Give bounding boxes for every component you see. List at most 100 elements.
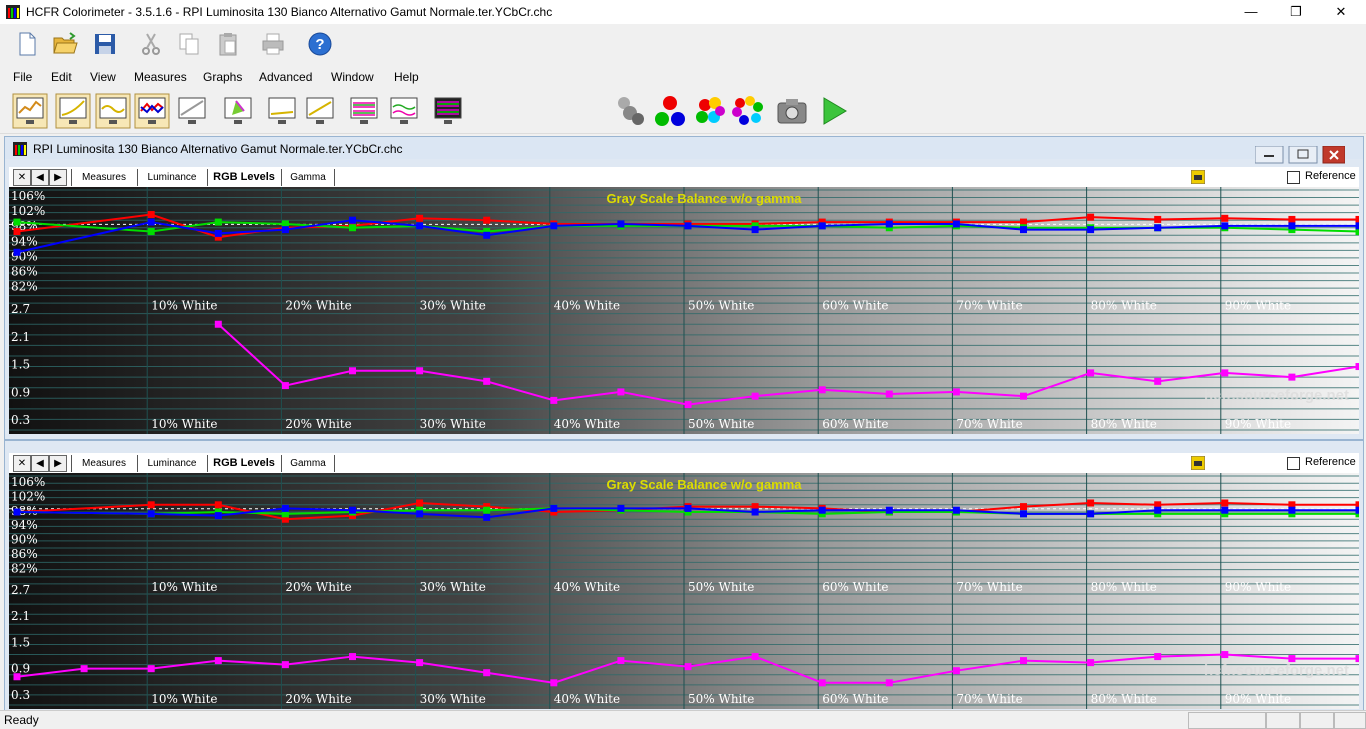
- monitor-saturation-rgb-icon[interactable]: [346, 93, 382, 129]
- close-button[interactable]: ✕: [1318, 0, 1364, 24]
- gamma-series-point: [885, 679, 893, 687]
- menu-window[interactable]: Window: [331, 70, 374, 84]
- red-series-point: [1020, 503, 1027, 511]
- y-tick-label: 106%: [11, 475, 45, 489]
- x-tick-label: 20% White: [285, 692, 351, 706]
- monitor-saturation-luma-icon[interactable]: [386, 93, 422, 129]
- gamma-series-point: [281, 382, 289, 390]
- blue-series-point: [13, 508, 21, 516]
- y-tick-label: 0.9: [11, 385, 30, 399]
- x-tick-label: 20% White: [285, 580, 351, 594]
- x-tick-label: 60% White: [822, 580, 888, 594]
- monitor-luminance-icon[interactable]: [55, 93, 91, 129]
- tab-gamma[interactable]: Gamma: [281, 169, 335, 186]
- document-title: RPI Luminosita 130 Bianco Alternativo Ga…: [33, 142, 403, 156]
- help-icon[interactable]: ?: [305, 29, 335, 59]
- gamma-series-point: [1020, 392, 1027, 400]
- copy-icon[interactable]: [174, 29, 204, 59]
- reference-checkbox[interactable]: [1287, 457, 1300, 470]
- menu-measures[interactable]: Measures: [134, 70, 187, 84]
- minimize-button[interactable]: —: [1228, 0, 1274, 24]
- new-file-icon[interactable]: [12, 29, 42, 59]
- reference-label: Reference: [1305, 170, 1356, 182]
- gamma-series-point: [1288, 373, 1296, 381]
- menu-file[interactable]: File: [13, 70, 32, 84]
- cut-icon[interactable]: [136, 29, 166, 59]
- blue-series-point: [416, 510, 424, 518]
- print-icon[interactable]: [258, 29, 288, 59]
- close-tab-button[interactable]: ✕: [13, 455, 31, 472]
- gamma-series-point: [1355, 363, 1359, 371]
- y-tick-label: 102%: [11, 204, 45, 218]
- y-tick-label: 94%: [11, 518, 38, 532]
- graph-settings-icon[interactable]: [1191, 170, 1205, 184]
- play-icon[interactable]: [816, 93, 852, 129]
- monitor-all-graphs-icon[interactable]: [430, 93, 466, 129]
- save-icon[interactable]: [90, 29, 120, 59]
- close-tab-button[interactable]: ✕: [13, 169, 31, 186]
- tab-rgb-levels[interactable]: RGB Levels: [207, 169, 280, 186]
- menu-graphs[interactable]: Graphs: [203, 70, 242, 84]
- gamma-series-point: [13, 673, 21, 681]
- sensor-icon[interactable]: [612, 93, 648, 129]
- x-tick-label: 50% White: [688, 299, 754, 313]
- secondary-colors-icon[interactable]: [692, 93, 728, 129]
- gamma-series-point: [617, 657, 625, 665]
- x-tick-label: 90% White: [1225, 299, 1291, 313]
- blue-series-point: [550, 222, 558, 230]
- blue-series-point: [1087, 226, 1095, 234]
- doc-maximize-button[interactable]: [1288, 146, 1318, 164]
- graph-settings-icon[interactable]: [1191, 456, 1205, 470]
- tab-measures[interactable]: Measures: [71, 455, 136, 472]
- menu-edit[interactable]: Edit: [51, 70, 72, 84]
- x-tick-label: 20% White: [285, 417, 351, 431]
- gamma-series-point: [349, 367, 356, 375]
- blue-series-point: [617, 220, 625, 228]
- gamma-series-point: [684, 401, 692, 409]
- reference-checkbox[interactable]: [1287, 171, 1300, 184]
- tab-luminance[interactable]: Luminance: [137, 169, 206, 186]
- document-window-ycbcr: RPI Luminosita 130 Bianco Alternativo Ga…: [4, 136, 1364, 440]
- camera-icon[interactable]: [774, 93, 810, 129]
- x-tick-label: 30% White: [420, 692, 486, 706]
- x-tick-label: 20% White: [285, 299, 351, 313]
- gamma-series-point: [483, 377, 491, 385]
- menu-help[interactable]: Help: [394, 70, 419, 84]
- monitor-cie-diagram-icon[interactable]: [220, 93, 256, 129]
- blue-series-point: [885, 220, 893, 228]
- gamma-series-point: [818, 386, 826, 394]
- doc-minimize-button[interactable]: [1255, 146, 1284, 164]
- x-tick-label: 80% White: [1091, 417, 1157, 431]
- document-window-buttons: [1255, 146, 1345, 164]
- maximize-button[interactable]: ❐: [1273, 0, 1319, 24]
- open-folder-icon[interactable]: [50, 29, 80, 59]
- monitor-gamma-icon[interactable]: [95, 93, 131, 129]
- monitor-color-temp-icon[interactable]: [174, 93, 210, 129]
- status-cell: [1300, 712, 1334, 729]
- x-tick-label: 10% White: [151, 692, 217, 706]
- file-toolbar: ?: [0, 25, 340, 67]
- monitor-rgb-levels-icon[interactable]: [134, 93, 170, 129]
- blue-series-point: [751, 508, 759, 516]
- tab-gamma[interactable]: Gamma: [281, 455, 335, 472]
- paste-icon[interactable]: [213, 29, 243, 59]
- prev-tab-button[interactable]: ◀: [31, 455, 49, 472]
- all-colors-icon[interactable]: [730, 93, 766, 129]
- menu-view[interactable]: View: [90, 70, 116, 84]
- prev-tab-button[interactable]: ◀: [31, 169, 49, 186]
- tab-measures[interactable]: Measures: [71, 169, 136, 186]
- next-tab-button[interactable]: ▶: [49, 169, 67, 186]
- rgb-primaries-icon[interactable]: [652, 93, 688, 129]
- blue-series-point: [281, 504, 289, 512]
- menu-advanced[interactable]: Advanced: [259, 70, 312, 84]
- tab-rgb-levels[interactable]: RGB Levels: [207, 455, 280, 472]
- tab-luminance[interactable]: Luminance: [137, 455, 206, 472]
- monitor-delta-e-icon[interactable]: [264, 93, 300, 129]
- monitor-saturation-icon[interactable]: [302, 93, 338, 129]
- monitor-measures-icon[interactable]: [12, 93, 48, 129]
- next-tab-button[interactable]: ▶: [49, 455, 67, 472]
- status-cell: [1266, 712, 1300, 729]
- y-tick-label: 106%: [11, 189, 45, 203]
- status-cell: [1188, 712, 1266, 729]
- blue-series-point: [1020, 226, 1027, 234]
